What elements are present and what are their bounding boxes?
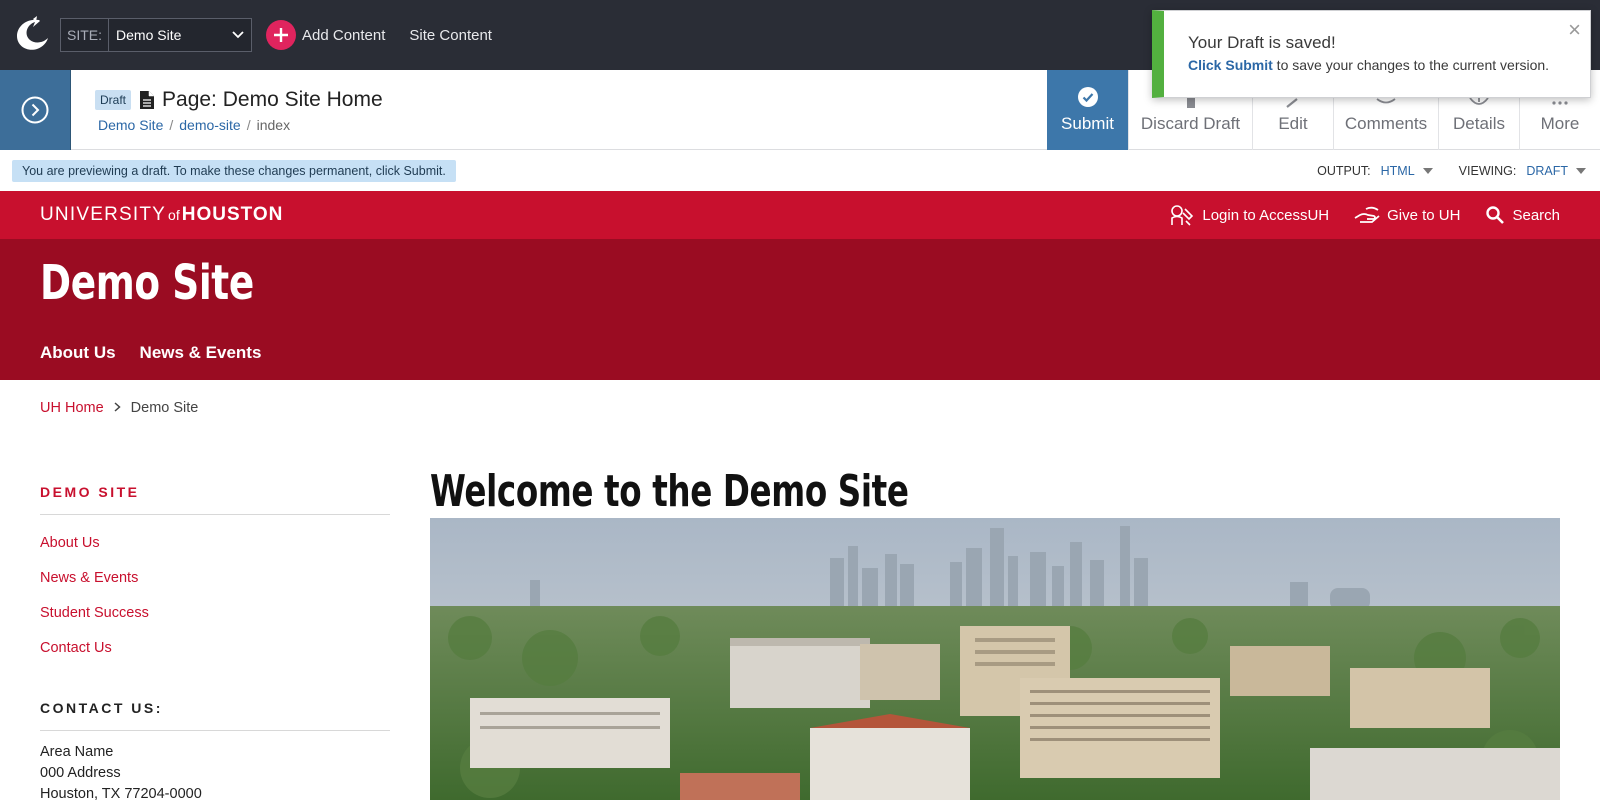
check-circle-icon	[1077, 84, 1099, 108]
discard-draft-label: Discard Draft	[1140, 114, 1241, 133]
give-to-uh-label: Give to UH	[1387, 206, 1461, 224]
draft-saved-toast: Your Draft is saved! Click Submit to sav…	[1152, 10, 1591, 98]
preview-bar: You are previewing a draft. To make thes…	[0, 151, 1600, 191]
preview-notice: You are previewing a draft. To make thes…	[12, 160, 456, 182]
add-content-button[interactable]: Add Content	[266, 20, 385, 50]
uh-logo[interactable]: UNIVERSITY of HOUSTON	[40, 204, 283, 226]
contact-address: Area Name 000 Address Houston, TX 77204-…	[40, 742, 202, 800]
crafter-logo-icon[interactable]	[10, 13, 54, 57]
page-breadcrumb: UH Home Demo Site	[40, 400, 198, 416]
breadcrumb-site[interactable]: Demo Site	[98, 117, 163, 133]
preview-controls: OUTPUT: HTML VIEWING: DRAFT	[1317, 164, 1586, 178]
search-icon	[1486, 206, 1505, 224]
toast-message: Click Submit to save your changes to the…	[1188, 57, 1590, 73]
close-icon[interactable]: ×	[1568, 19, 1581, 41]
nav-item-about-us[interactable]: About Us	[40, 343, 116, 363]
search-link[interactable]: Search	[1485, 205, 1560, 225]
comments-label: Comments	[1344, 114, 1428, 133]
uh-utility-bar: UNIVERSITY of HOUSTON Login to AccessUH Gi…	[0, 191, 1600, 239]
breadcrumb: Demo Site / demo-site / index	[98, 117, 291, 133]
toast-title: Your Draft is saved!	[1188, 33, 1336, 52]
section-nav: DEMO SITE About Us News & Events Student…	[40, 484, 390, 675]
site-header-band: Demo Site About Us News & Events	[0, 239, 1600, 380]
breadcrumb-folder[interactable]: demo-site	[179, 117, 240, 133]
uh-logo-university: UNIVERSITY	[40, 204, 167, 225]
section-nav-title: DEMO SITE	[40, 484, 390, 515]
nav-item-news-events[interactable]: News & Events	[140, 343, 262, 363]
login-accessuh-label: Login to AccessUH	[1202, 206, 1330, 224]
site-content-link[interactable]: Site Content	[409, 27, 492, 44]
page-heading: Welcome to the Demo Site	[430, 466, 909, 517]
contact-line: 000 Address	[40, 765, 121, 781]
section-nav-item-news-events[interactable]: News & Events	[40, 570, 390, 605]
details-label: Details	[1453, 114, 1505, 133]
output-label: OUTPUT:	[1317, 164, 1371, 178]
document-icon	[139, 90, 155, 110]
campus-hero-image	[430, 518, 1560, 800]
give-to-uh-link[interactable]: Give to UH	[1354, 205, 1460, 225]
toast-message-text: to save your changes to the current vers…	[1272, 57, 1550, 73]
contact-line: Area Name	[40, 744, 114, 760]
submit-label: Submit	[1061, 114, 1114, 133]
site-title[interactable]: Demo Site	[40, 255, 254, 311]
breadcrumb-uh-home[interactable]: UH Home	[40, 400, 104, 416]
caret-down-icon[interactable]	[1422, 168, 1433, 174]
sidebar-toggle-button[interactable]	[0, 70, 71, 150]
site-selector-label: SITE:	[61, 19, 110, 51]
accessuh-icon	[1171, 205, 1194, 226]
chevron-right-icon	[114, 401, 121, 415]
site-selector-value: Demo Site	[116, 27, 182, 43]
chevron-down-icon	[225, 31, 251, 39]
section-nav-item-contact-us[interactable]: Contact Us	[40, 640, 390, 675]
submit-button[interactable]: Submit	[1047, 70, 1128, 150]
giving-hand-icon	[1354, 206, 1380, 223]
output-select[interactable]: HTML	[1381, 164, 1415, 178]
caret-down-icon[interactable]	[1576, 168, 1586, 174]
chevron-right-circle-icon	[21, 96, 49, 124]
breadcrumb-page: index	[256, 117, 291, 133]
section-nav-item-student-success[interactable]: Student Success	[40, 605, 390, 640]
page-info: Draft Page: Demo Site Home Demo Site / dem…	[71, 70, 1047, 149]
viewing-label: VIEWING:	[1458, 164, 1517, 178]
main-nav: About Us News & Events	[40, 343, 285, 363]
viewing-select[interactable]: DRAFT	[1526, 164, 1568, 178]
section-nav-item-about-us[interactable]: About Us	[40, 535, 390, 570]
more-label: More	[1540, 114, 1580, 133]
plus-icon	[266, 20, 296, 50]
site-selector[interactable]: SITE: Demo Site	[60, 18, 252, 52]
search-label: Search	[1512, 206, 1560, 224]
uh-utility-links: Login to AccessUH Give to UH Search	[1144, 203, 1560, 227]
contact-heading: CONTACT US:	[40, 700, 390, 731]
add-content-label: Add Content	[302, 26, 386, 44]
contact-line: Houston, TX 77204-0000	[40, 786, 202, 800]
uh-logo-of: of	[168, 207, 180, 223]
breadcrumb-current: Demo Site	[130, 400, 199, 416]
edit-label: Edit	[1278, 114, 1308, 133]
status-badge: Draft	[95, 90, 132, 110]
login-accessuh-link[interactable]: Login to AccessUH	[1169, 203, 1329, 227]
uh-logo-houston: HOUSTON	[181, 204, 284, 225]
page-title: Page: Demo Site Home	[162, 88, 383, 111]
toast-submit-link[interactable]: Click Submit	[1188, 57, 1273, 73]
